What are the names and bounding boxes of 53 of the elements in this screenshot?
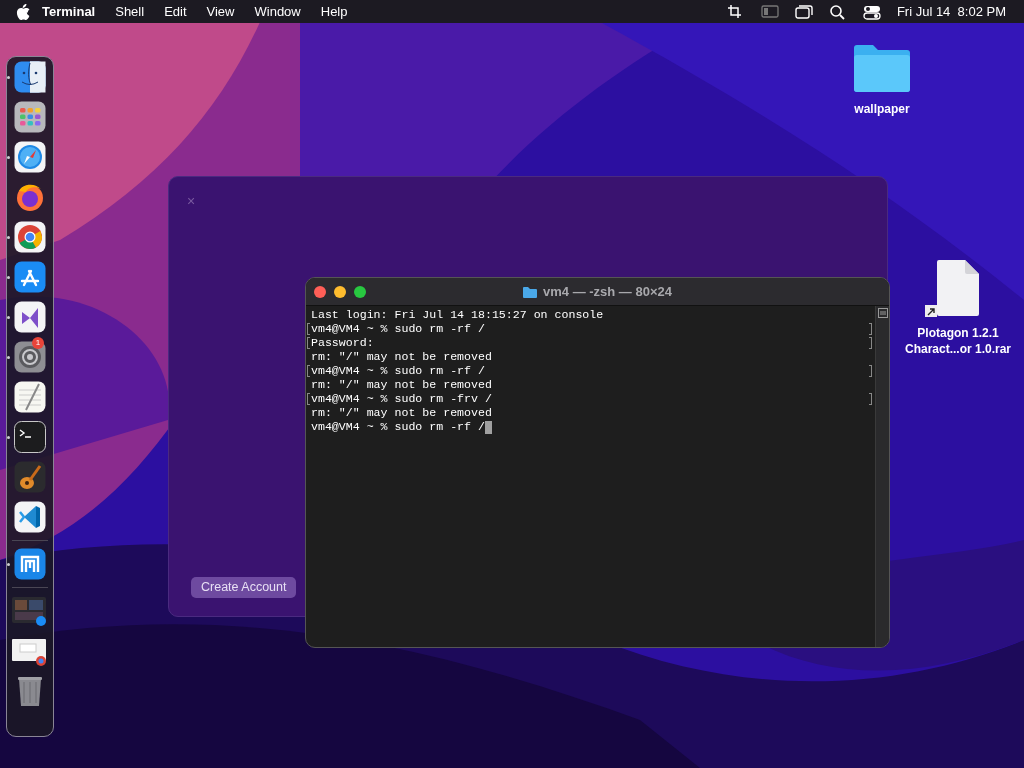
terminal-line: vm4@VM4 ~ % sudo rm -rf /	[311, 420, 485, 434]
split-pane-icon[interactable]	[877, 308, 888, 318]
terminal-prompt-icon[interactable]	[14, 421, 46, 453]
terminal-line: rm: "/" may not be removed	[311, 350, 492, 364]
notification-badge: 1	[32, 337, 44, 349]
gear-icon[interactable]	[14, 341, 46, 373]
close-button[interactable]	[314, 285, 326, 298]
line-mark-icon	[869, 393, 872, 405]
letter-m-icon[interactable]	[14, 548, 46, 580]
apple-logo-icon[interactable]	[16, 3, 30, 20]
terminal-line: Password:	[311, 336, 374, 350]
app-menu[interactable]: Terminal	[42, 1, 96, 22]
control-center-icon[interactable]	[862, 3, 881, 20]
terminal-line: vm4@VM4 ~ % sudo rm -rf /	[311, 364, 485, 378]
folder-icon[interactable]	[523, 286, 537, 298]
document-icon[interactable]	[935, 259, 981, 317]
menu-item[interactable]: Edit	[164, 1, 187, 22]
menu-item[interactable]: Help	[320, 1, 348, 22]
compass-icon[interactable]	[14, 141, 46, 173]
smiley-face-icon[interactable]	[14, 61, 46, 93]
terminal-line: rm: "/" may not be removed	[311, 378, 492, 392]
clock[interactable]: Fri Jul 14 8:02 PM	[896, 1, 1006, 22]
terminal-line: rm: "/" may not be removed	[311, 406, 492, 420]
photo-stack-icon[interactable]	[12, 595, 48, 627]
alias-arrow-icon	[925, 305, 937, 317]
line-mark-icon	[869, 365, 872, 377]
menu-item[interactable]: View	[206, 1, 235, 22]
create-account-button[interactable]: Create Account	[191, 577, 297, 598]
display-icon[interactable]	[760, 3, 779, 20]
pen-paper-icon[interactable]	[14, 381, 46, 413]
ribbon-logo-icon[interactable]	[14, 301, 46, 333]
zoom-button[interactable]	[354, 285, 366, 298]
trash-can-icon[interactable]	[16, 675, 44, 707]
file-name: Plotagon 1.2.1 Charact...or 1.0.rar	[904, 325, 1012, 357]
search-icon[interactable]	[828, 3, 847, 20]
guitar-icon[interactable]	[14, 461, 46, 493]
menu-item[interactable]: Shell	[115, 1, 145, 22]
terminal-line: vm4@VM4 ~ % sudo rm -rf /	[311, 322, 485, 336]
line-mark-icon	[869, 323, 872, 335]
file-name: wallpaper	[854, 101, 910, 118]
window-title: vm4 — -zsh — 80×24	[543, 283, 672, 302]
terminal-line: Last login: Fri Jul 14 18:15:27 on console	[311, 308, 604, 322]
folder-icon[interactable]	[852, 42, 912, 94]
chrome-wheel-icon[interactable]	[14, 221, 46, 253]
minimize-button[interactable]	[334, 285, 346, 298]
letter-a-icon[interactable]	[14, 261, 46, 293]
line-mark-icon	[869, 337, 872, 349]
terminal-line: vm4@VM4 ~ % sudo rm -frv /	[311, 392, 492, 406]
scrollbar[interactable]	[875, 306, 889, 647]
app-grid-icon[interactable]	[14, 101, 46, 133]
menu-item[interactable]: Window	[254, 1, 301, 22]
windows-icon[interactable]	[794, 3, 813, 20]
ribbon-logo-icon[interactable]	[14, 501, 46, 533]
